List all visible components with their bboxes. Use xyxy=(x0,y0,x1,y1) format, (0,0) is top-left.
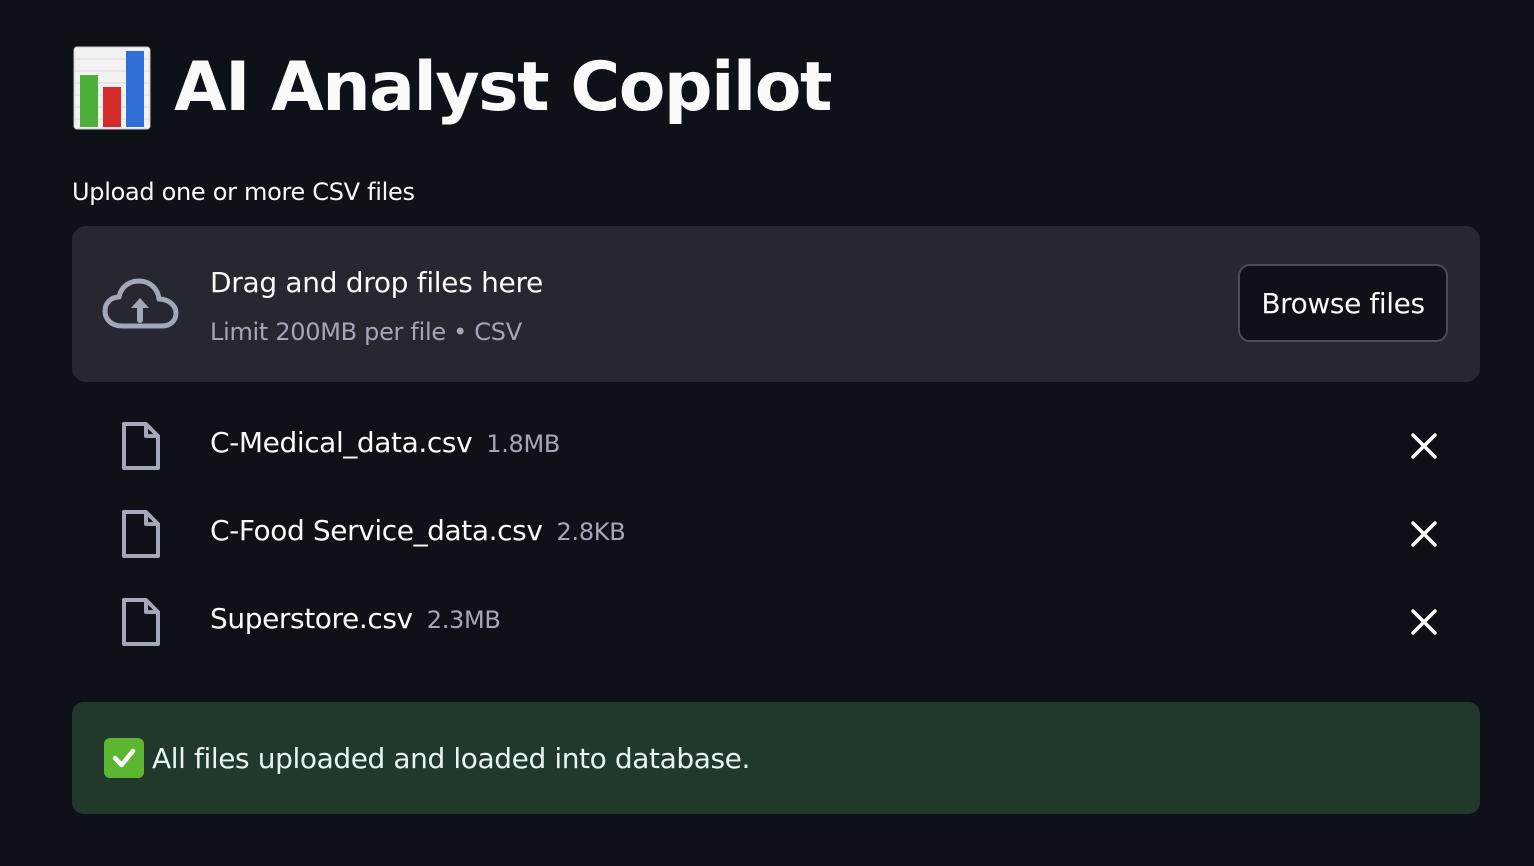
file-icon xyxy=(120,508,162,560)
page-header: AI Analyst Copilot xyxy=(72,40,832,136)
file-name: C-Medical_data.csv 1.8MB xyxy=(210,426,560,459)
file-dropzone[interactable]: Drag and drop files here Limit 200MB per… xyxy=(72,226,1480,382)
check-mark-icon xyxy=(104,738,144,778)
file-icon xyxy=(120,596,162,648)
file-name: Superstore.csv 2.3MB xyxy=(210,602,501,635)
file-icon xyxy=(120,420,162,472)
file-name-text: C-Medical_data.csv xyxy=(210,426,473,459)
dropzone-limit: Limit 200MB per file • CSV xyxy=(210,318,522,346)
page-title: AI Analyst Copilot xyxy=(174,48,832,127)
remove-file-button[interactable] xyxy=(1404,426,1444,466)
file-name-text: Superstore.csv xyxy=(210,602,413,635)
file-name: C-Food Service_data.csv 2.8KB xyxy=(210,514,626,547)
file-size: 2.8KB xyxy=(556,518,626,546)
file-name-text: C-Food Service_data.csv xyxy=(210,514,543,547)
file-row: C-Food Service_data.csv 2.8KB xyxy=(72,488,1480,576)
success-alert: All files uploaded and loaded into datab… xyxy=(72,702,1480,814)
file-row: C-Medical_data.csv 1.8MB xyxy=(72,400,1480,488)
close-icon xyxy=(1411,521,1437,547)
dropzone-title: Drag and drop files here xyxy=(210,266,543,299)
browse-files-button[interactable]: Browse files xyxy=(1238,264,1448,342)
success-message: All files uploaded and loaded into datab… xyxy=(152,741,750,775)
close-icon xyxy=(1411,609,1437,635)
remove-file-button[interactable] xyxy=(1404,602,1444,642)
remove-file-button[interactable] xyxy=(1404,514,1444,554)
cloud-upload-icon xyxy=(102,276,180,332)
file-size: 1.8MB xyxy=(486,430,561,458)
file-row: Superstore.csv 2.3MB xyxy=(72,576,1480,664)
uploader-label: Upload one or more CSV files xyxy=(72,178,415,206)
bar-chart-icon xyxy=(72,45,152,131)
close-icon xyxy=(1411,433,1437,459)
file-size: 2.3MB xyxy=(426,606,501,634)
